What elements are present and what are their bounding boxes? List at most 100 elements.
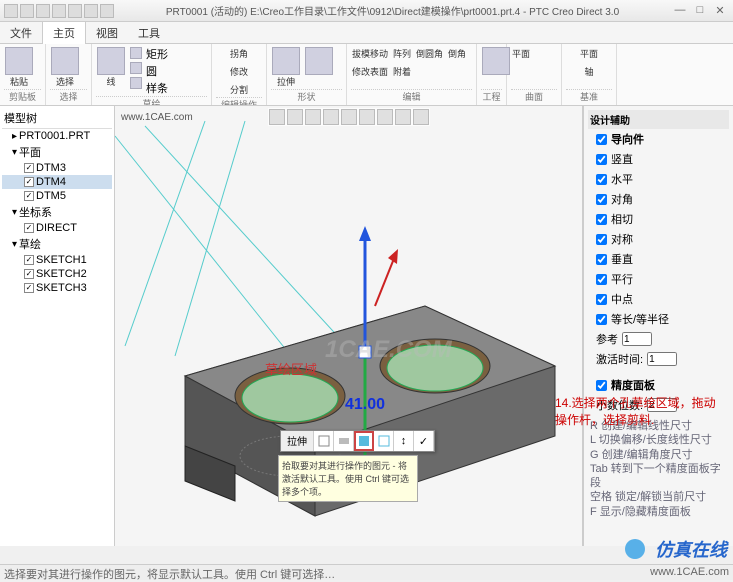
tree-direct[interactable]: ✓ DIRECT [2, 221, 112, 235]
quick-access-toolbar [4, 4, 114, 18]
tree-dtm3[interactable]: ✓ DTM3 [2, 161, 112, 175]
group-eng: 工程 [481, 89, 502, 103]
tree-planes-group[interactable]: ▾ 平面 [2, 143, 112, 161]
qat-regen-icon[interactable] [84, 4, 98, 18]
divide-button[interactable]: 分割 [216, 82, 262, 97]
rect-label: 矩形 [146, 46, 168, 62]
popup-ok-button[interactable]: ✓ [414, 431, 434, 451]
group-surface: 曲面 [511, 89, 557, 103]
precision-checkbox[interactable] [596, 380, 607, 391]
close-button[interactable]: ✕ [711, 4, 729, 18]
window-title: PRT0001 (活动的) E:\Creo工作目录\工作文件\0912\Dire… [114, 3, 671, 18]
rect-button[interactable] [129, 46, 143, 60]
g-diag-checkbox[interactable] [596, 194, 607, 205]
ref-input[interactable] [622, 332, 652, 346]
spline-label: 样条 [146, 80, 168, 96]
tree-sketch-group[interactable]: ▾ 草绘 [2, 235, 112, 253]
extrude-button[interactable]: 拉伸 [271, 46, 301, 89]
qat-redo-icon[interactable] [68, 4, 82, 18]
attach-button[interactable]: 附着 [392, 64, 412, 79]
design-aid-panel: 设计辅助 导向件 竖直 水平 对角 相切 对称 垂直 平行 中点 等长/等半径 … [583, 106, 733, 546]
select-button[interactable]: 选择 [50, 46, 80, 89]
hints: R 创建/编辑线性尺寸 L 切换偏移/长度线性尺寸 G 创建/编辑角度尺寸 Ta… [588, 415, 729, 523]
popup-cut-button[interactable] [354, 431, 374, 451]
maximize-button[interactable]: □ [691, 4, 709, 18]
context-toolbar: 拉伸 ↕ ✓ [280, 430, 435, 452]
popup-add-button[interactable] [314, 431, 334, 451]
modface-button[interactable]: 修改表面 [351, 64, 389, 79]
plane-button[interactable]: 平面 [511, 46, 531, 61]
paste-button[interactable]: 粘贴 [4, 46, 34, 89]
circle-label: 圆 [146, 63, 168, 79]
line-button[interactable]: 线 [96, 46, 126, 96]
g-vert-checkbox[interactable] [596, 154, 607, 165]
popup-both-button[interactable] [334, 431, 354, 451]
status-text: 选择要对其进行操作的图元，将显示默认工具。使用 Ctrl 键可选择… [4, 566, 335, 579]
tree-sketch1[interactable]: ✓ SKETCH1 [2, 253, 112, 267]
tab-file[interactable]: 文件 [0, 22, 42, 44]
group-datum: 基准 [566, 89, 612, 103]
group-select: 选择 [50, 89, 87, 103]
title-bar: PRT0001 (活动的) E:\Creo工作目录\工作文件\0912\Dire… [0, 0, 733, 22]
tree-dtm4[interactable]: ✓ DTM4 [2, 175, 112, 189]
g-horz-checkbox[interactable] [596, 174, 607, 185]
activate-input[interactable] [647, 352, 677, 366]
dimension-value[interactable]: 41.00 [345, 396, 385, 414]
g-par-checkbox[interactable] [596, 274, 607, 285]
group-clipboard: 剪贴板 [4, 89, 41, 103]
qat-new-icon[interactable] [4, 4, 18, 18]
qat-close-icon[interactable] [100, 4, 114, 18]
tree-dtm5[interactable]: ✓ DTM5 [2, 189, 112, 203]
tree-root[interactable]: ▸ PRT0001.PRT [2, 129, 112, 143]
g-mid-checkbox[interactable] [596, 294, 607, 305]
g-equal-checkbox[interactable] [596, 314, 607, 325]
menu-bar: 文件 主页 视图 工具 [0, 22, 733, 44]
panel-title: 设计辅助 [588, 110, 729, 129]
model-tree-panel: 模型树 ▸ PRT0001.PRT ▾ 平面 ✓ DTM3 ✓ DTM4 ✓ D… [0, 106, 115, 546]
tab-view[interactable]: 视图 [86, 22, 128, 44]
tab-home[interactable]: 主页 [42, 21, 86, 44]
qat-save-icon[interactable] [36, 4, 50, 18]
popup-label: 拉伸 [281, 431, 314, 451]
guides-label: 导向件 [611, 131, 644, 147]
g-sym-checkbox[interactable] [596, 234, 607, 245]
axis-button[interactable]: 轴 [566, 64, 612, 79]
popup-surface-button[interactable] [374, 431, 394, 451]
status-bar: 选择要对其进行操作的图元，将显示默认工具。使用 Ctrl 键可选择… www.1… [0, 564, 733, 580]
ref-label: 参考 [596, 331, 618, 347]
qat-undo-icon[interactable] [52, 4, 66, 18]
g-tan-checkbox[interactable] [596, 214, 607, 225]
pattern-button[interactable]: 阵列 [392, 46, 412, 61]
circle-button[interactable] [129, 61, 143, 75]
footer-url: www.1CAE.com [650, 566, 729, 579]
popup-tooltip: 拾取要对其进行操作的图元 - 将激活默认工具。使用 Ctrl 键可选择多个项。 [278, 455, 418, 502]
tree-sketch2[interactable]: ✓ SKETCH2 [2, 267, 112, 281]
popup-flip-button[interactable]: ↕ [394, 431, 414, 451]
tree-csys-group[interactable]: ▾ 坐标系 [2, 203, 112, 221]
g-perp-checkbox[interactable] [596, 254, 607, 265]
tree-sketch3[interactable]: ✓ SKETCH3 [2, 281, 112, 295]
brand-logo: 仿真在线 [623, 536, 727, 562]
corner-button[interactable]: 拐角 [216, 46, 262, 61]
arc-button[interactable] [129, 76, 143, 90]
ribbon: 粘贴 剪贴板 选择 选择 线 矩形 圆 样条 草绘 拐角 修改 分割 编辑操作 [0, 44, 733, 106]
minimize-button[interactable]: — [671, 4, 689, 18]
model-tree-header: 模型树 [2, 108, 112, 129]
sketch-area-label: 草绘区域 [265, 359, 317, 378]
instruction-callout: 14.选择两个孔草绘区域，拖动操作杆，选择剪料. [555, 395, 725, 429]
offset-button[interactable]: 修改 [216, 64, 262, 79]
precision-label: 精度面板 [611, 377, 655, 393]
datum-plane-button[interactable]: 平面 [566, 46, 612, 61]
group-edit: 编辑操作 [216, 97, 262, 106]
round-button[interactable]: 倒圆角 [415, 46, 444, 61]
qat-open-icon[interactable] [20, 4, 34, 18]
revolve-button[interactable] [304, 46, 334, 89]
move-button[interactable]: 拔模移动 [351, 46, 389, 61]
tab-tools[interactable]: 工具 [128, 22, 170, 44]
activate-label: 激活时间: [596, 351, 643, 367]
group-sketch: 草绘 [96, 96, 207, 106]
group-shape: 形状 [271, 89, 342, 103]
window-buttons: — □ ✕ [671, 4, 729, 18]
chamfer-button[interactable]: 倒角 [447, 46, 467, 61]
guides-checkbox[interactable] [596, 134, 607, 145]
